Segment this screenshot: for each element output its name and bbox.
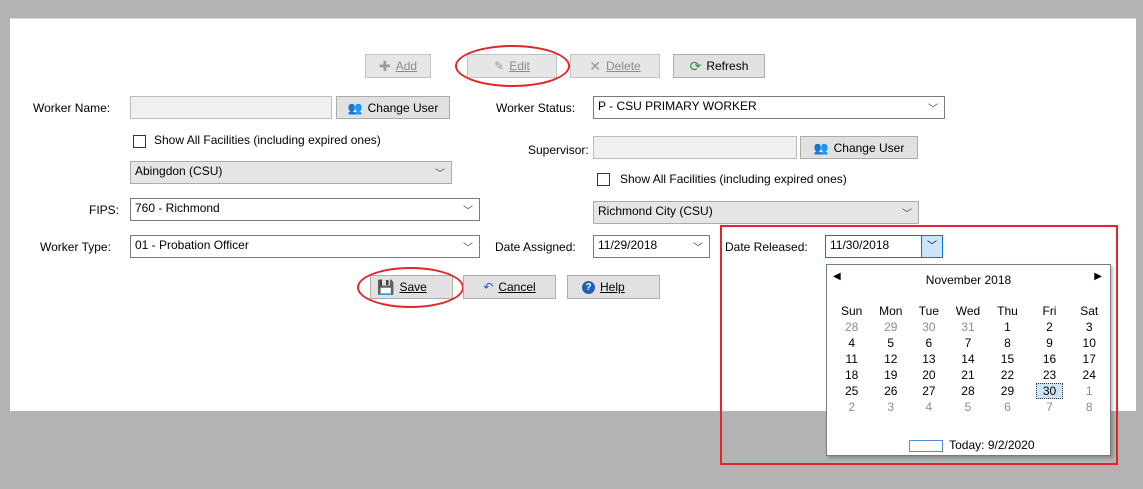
show-all-facilities-label: Show All Facilities (including expired o…	[154, 133, 381, 147]
worker-name-label: Worker Name:	[33, 101, 111, 115]
show-all-facilities-checkbox[interactable]	[133, 135, 146, 148]
add-label: Add	[395, 59, 418, 73]
supervisor-show-all-facilities-label: Show All Facilities (including expired o…	[620, 172, 847, 186]
worker-status-value: P - CSU PRIMARY WORKER	[598, 99, 757, 113]
refresh-icon: ⟳	[689, 57, 702, 74]
worker-type-value: 01 - Probation Officer	[135, 238, 249, 252]
user-icon: 👥	[813, 140, 829, 155]
edit-highlight	[455, 45, 570, 87]
fips-select[interactable]: 760 - Richmond ﹀	[130, 198, 480, 221]
change-user-label: Change User	[833, 140, 905, 155]
help-icon: ?	[582, 280, 595, 294]
help-button[interactable]: ? Help	[567, 275, 660, 299]
fips-label: FIPS:	[89, 203, 120, 217]
fips-value: 760 - Richmond	[135, 201, 220, 215]
date-assigned-label: Date Assigned:	[495, 240, 576, 254]
worker-type-label: Worker Type:	[40, 240, 111, 254]
supervisor-show-all-facilities-checkbox[interactable]	[597, 173, 610, 186]
worker-status-select[interactable]: P - CSU PRIMARY WORKER ﹀	[593, 96, 945, 119]
cancel-label: Cancel	[498, 280, 536, 294]
save-highlight	[357, 267, 464, 308]
refresh-button[interactable]: ⟳ Refresh	[673, 54, 765, 78]
worker-name-field[interactable]	[130, 96, 332, 119]
delete-button[interactable]: ✕ Delete	[570, 54, 660, 78]
chevron-down-icon: ﹀	[435, 169, 445, 180]
facility-select[interactable]: Abingdon (CSU) ﹀	[130, 161, 452, 184]
supervisor-label: Supervisor:	[528, 143, 589, 157]
chevron-down-icon: ﹀	[693, 243, 703, 254]
refresh-label: Refresh	[706, 59, 749, 73]
worker-type-select[interactable]: 01 - Probation Officer ﹀	[130, 235, 480, 258]
change-user-button[interactable]: 👥 Change User	[336, 96, 450, 119]
supervisor-change-user-button[interactable]: 👥 Change User	[800, 136, 918, 159]
delete-label: Delete	[606, 59, 641, 73]
date-released-highlight	[720, 225, 1118, 465]
supervisor-facility-select[interactable]: Richmond City (CSU) ﹀	[593, 201, 919, 224]
undo-icon: ↶	[483, 280, 494, 294]
chevron-down-icon: ﹀	[463, 243, 473, 254]
chevron-down-icon: ﹀	[902, 209, 912, 220]
date-assigned-value: 11/29/2018	[598, 238, 658, 252]
add-icon: ✚	[378, 57, 391, 74]
date-assigned-picker[interactable]: 11/29/2018 ﹀	[593, 235, 710, 258]
add-button[interactable]: ✚ Add	[365, 54, 431, 78]
cancel-button[interactable]: ↶ Cancel	[463, 275, 556, 299]
delete-icon: ✕	[589, 57, 602, 74]
chevron-down-icon: ﹀	[463, 206, 473, 217]
user-icon: 👥	[347, 100, 363, 115]
supervisor-field[interactable]	[593, 136, 797, 159]
help-label: Help	[600, 280, 625, 294]
facility-value: Abingdon (CSU)	[135, 164, 223, 178]
chevron-down-icon: ﹀	[928, 104, 938, 115]
worker-status-label: Worker Status:	[496, 101, 576, 115]
change-user-label: Change User	[367, 100, 439, 115]
supervisor-facility-value: Richmond City (CSU)	[598, 204, 713, 218]
